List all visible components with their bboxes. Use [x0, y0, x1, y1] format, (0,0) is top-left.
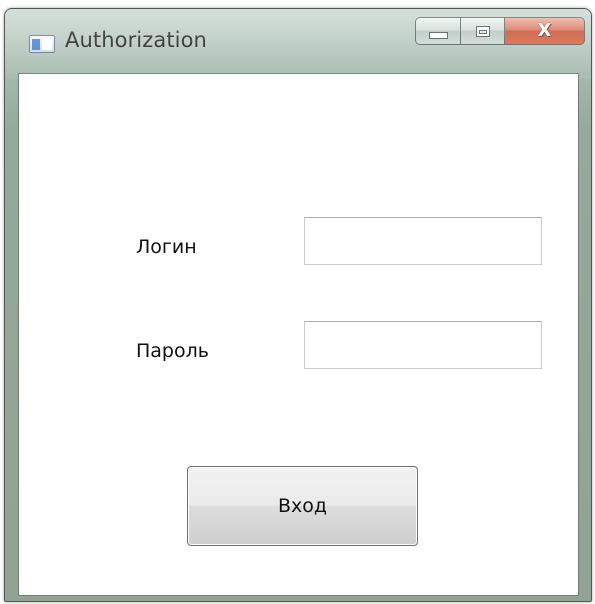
password-input[interactable]	[304, 321, 542, 369]
app-window-icon[interactable]	[29, 35, 55, 53]
login-button[interactable]: Вход	[187, 466, 418, 546]
close-button[interactable]: X	[505, 17, 585, 45]
maximize-icon	[475, 25, 490, 37]
maximize-button[interactable]	[461, 17, 505, 45]
minimize-icon	[428, 31, 448, 39]
caption-buttons: X	[415, 17, 585, 45]
close-icon: X	[537, 20, 552, 41]
window-title: Authorization	[65, 28, 207, 52]
password-label: Пароль	[136, 340, 209, 362]
authorization-window: Authorization X Логин Пароль Вход	[4, 8, 592, 602]
login-input[interactable]	[304, 217, 542, 265]
login-label: Логин	[136, 236, 197, 258]
title-bar[interactable]: Authorization X	[5, 9, 591, 73]
minimize-button[interactable]	[415, 17, 461, 45]
form-area: Логин Пароль Вход	[18, 73, 579, 596]
